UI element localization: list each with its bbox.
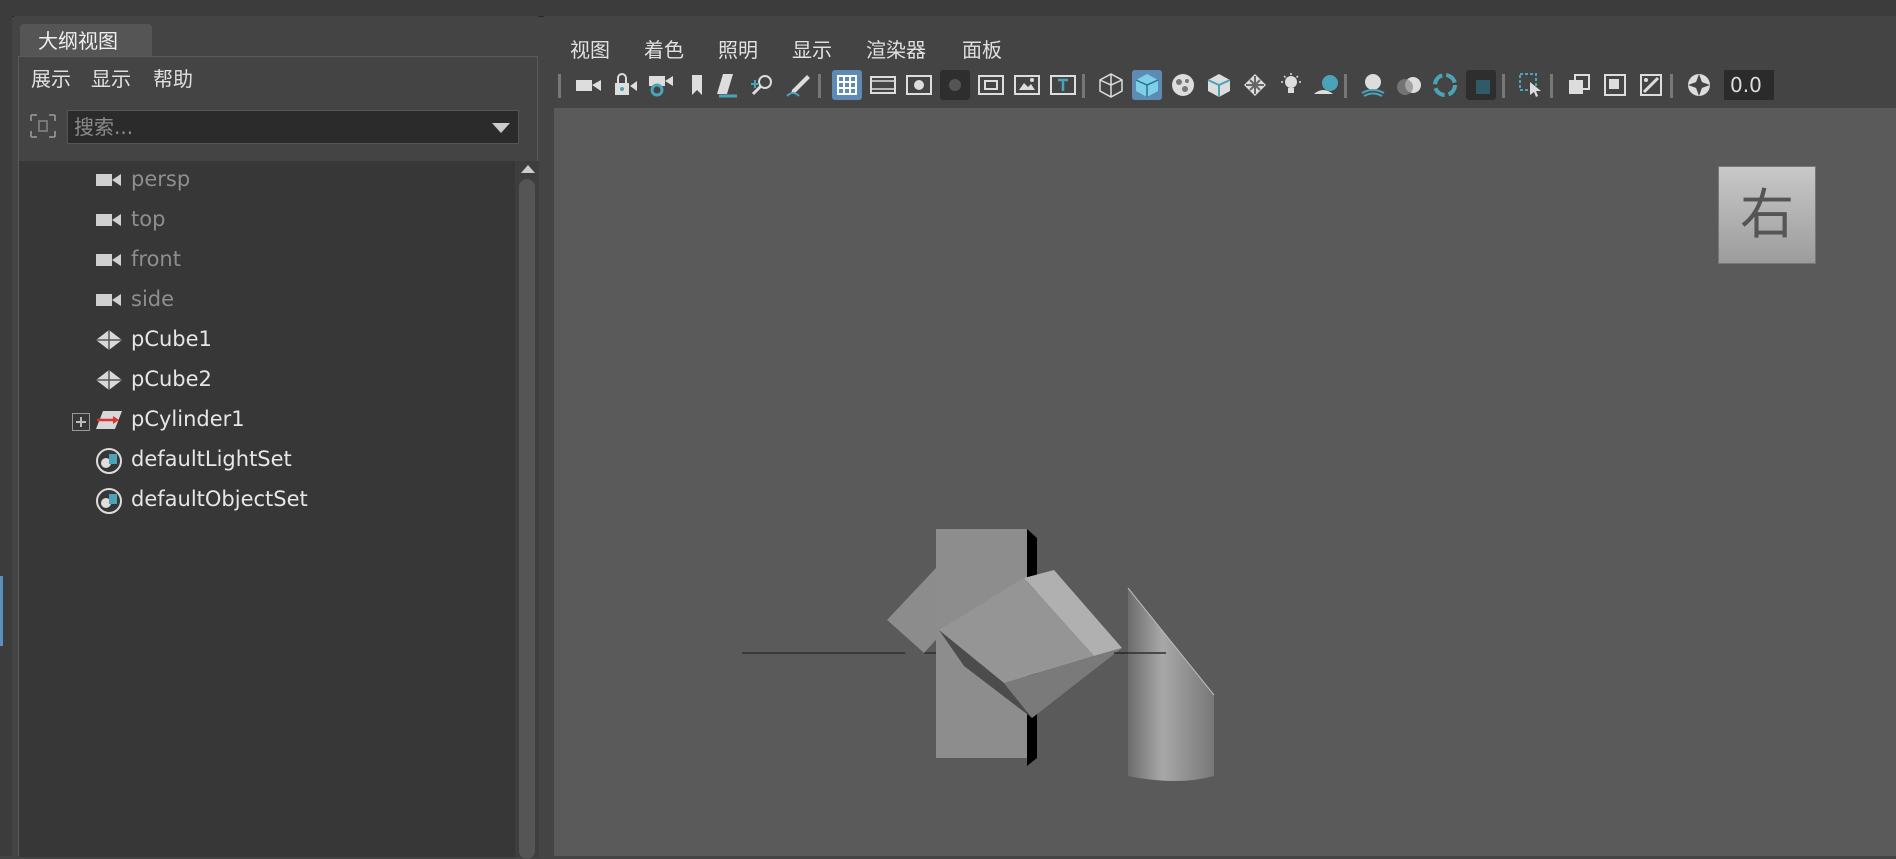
- toolbar-separator: [1082, 74, 1085, 98]
- exposure-value-field[interactable]: 0.0: [1724, 70, 1774, 100]
- xray-icon[interactable]: [1564, 70, 1594, 100]
- camera-icon: [96, 294, 121, 306]
- toolbar-separator: [1670, 74, 1673, 98]
- outliner-menubar: 展示 显示 帮助: [19, 57, 537, 97]
- window-top-strip: [0, 0, 1896, 17]
- list-item-pcylinder1[interactable]: pCylinder1: [19, 401, 509, 441]
- list-item-label: pCylinder1: [131, 407, 245, 431]
- select-camera-icon[interactable]: [574, 70, 604, 100]
- bookmark-icon[interactable]: [682, 70, 712, 100]
- use-default-material-icon[interactable]: [1168, 70, 1198, 100]
- film-gate-icon[interactable]: [868, 70, 898, 100]
- expand-toggle-icon[interactable]: [72, 413, 90, 431]
- transform-icon: [96, 411, 122, 429]
- outliner-frame: 展示 显示 帮助 搜索... persp top front side pCub…: [18, 56, 539, 859]
- list-item-label: front: [131, 247, 181, 271]
- left-dock-edge: [0, 16, 12, 856]
- menu-panels[interactable]: 面板: [962, 34, 1002, 63]
- search-options-arrow-icon[interactable]: [492, 123, 510, 133]
- outliner-panel: 大纲视图 展示 显示 帮助 搜索... persp top front side…: [14, 16, 539, 859]
- field-chart-icon[interactable]: [976, 70, 1006, 100]
- list-item-pcube2[interactable]: pCube2: [19, 361, 509, 401]
- 2d-pan-zoom-icon[interactable]: [748, 70, 778, 100]
- scroll-thumb[interactable]: [519, 179, 535, 859]
- list-item-defaultobjectset[interactable]: defaultObjectSet: [19, 481, 509, 521]
- filter-icon[interactable]: [27, 109, 59, 143]
- 3d-viewport-canvas[interactable]: 右: [554, 108, 1896, 856]
- list-item-pcube1[interactable]: pCube1: [19, 321, 509, 361]
- isolate-select-icon[interactable]: [1516, 70, 1546, 100]
- viewport-panel: 视图 着色 照明 显示 渲染器 面板 0.0 右: [544, 16, 1896, 856]
- menu-show[interactable]: 展示: [31, 63, 71, 92]
- toolbar-separator: [818, 74, 821, 98]
- mesh-icon: [96, 370, 122, 390]
- menu-lighting[interactable]: 照明: [718, 34, 758, 63]
- grease-pencil-icon[interactable]: [784, 70, 814, 100]
- menu-view[interactable]: 视图: [570, 34, 610, 63]
- outliner-scrollbar[interactable]: [515, 161, 539, 859]
- camera-icon: [96, 174, 121, 186]
- menu-help[interactable]: 帮助: [153, 63, 193, 92]
- list-item-label: defaultLightSet: [131, 447, 292, 471]
- screen-space-ao-icon[interactable]: [1358, 70, 1388, 100]
- depth-of-field-icon[interactable]: [1466, 70, 1496, 100]
- smooth-shade-icon[interactable]: [1132, 70, 1162, 100]
- list-item-defaultlightset[interactable]: defaultLightSet: [19, 441, 509, 481]
- outliner-tab[interactable]: 大纲视图: [20, 24, 152, 58]
- list-item-front[interactable]: front: [19, 241, 509, 281]
- textured-icon[interactable]: [1240, 70, 1270, 100]
- motion-blur-icon[interactable]: [1394, 70, 1424, 100]
- outliner-list: persp top front side pCube1 pCube2 pCyli…: [19, 161, 515, 857]
- toolbar-separator: [1550, 74, 1553, 98]
- camera-icon: [96, 254, 121, 266]
- image-plane-icon[interactable]: [712, 70, 742, 100]
- list-item-label: pCube1: [131, 327, 212, 351]
- search-input[interactable]: 搜索...: [67, 110, 519, 144]
- list-item-side[interactable]: side: [19, 281, 509, 321]
- dock-active-marker: [0, 576, 3, 646]
- pcylinder1-mesh: [1127, 587, 1215, 781]
- gate-mask-icon[interactable]: [940, 70, 970, 100]
- resolution-gate-icon[interactable]: [904, 70, 934, 100]
- camera-icon: [96, 214, 121, 226]
- shadows-icon[interactable]: [1312, 70, 1342, 100]
- list-item-label: pCube2: [131, 367, 212, 391]
- xray-active-icon[interactable]: [1636, 70, 1666, 100]
- wireframe-on-shaded-icon[interactable]: [1204, 70, 1234, 100]
- set-icon: [96, 448, 122, 474]
- wireframe-icon[interactable]: [1096, 70, 1126, 100]
- xray-joints-icon[interactable]: [1600, 70, 1630, 100]
- grid-icon[interactable]: [832, 70, 862, 100]
- list-item-label: top: [131, 207, 166, 231]
- toolbar-separator: [558, 74, 561, 98]
- menu-renderer[interactable]: 渲染器: [866, 34, 926, 63]
- scene-render: [742, 529, 1215, 781]
- search-placeholder: 搜索...: [74, 115, 134, 139]
- viewport-toolbar: 0.0: [552, 68, 1896, 104]
- toolbar-separator: [1502, 74, 1505, 98]
- menu-show[interactable]: 显示: [792, 34, 832, 63]
- search-row: 搜索...: [19, 109, 537, 149]
- menu-display[interactable]: 显示: [91, 63, 131, 92]
- list-item-label: defaultObjectSet: [131, 487, 308, 511]
- multisample-aa-icon[interactable]: [1430, 70, 1460, 100]
- use-all-lights-icon[interactable]: [1276, 70, 1306, 100]
- exposure-icon[interactable]: [1684, 70, 1714, 100]
- set-icon: [96, 488, 122, 514]
- toolbar-separator: [1344, 74, 1347, 98]
- lock-camera-icon[interactable]: [610, 70, 640, 100]
- safe-action-icon[interactable]: [1012, 70, 1042, 100]
- list-item-top[interactable]: top: [19, 201, 509, 241]
- safe-title-icon[interactable]: [1048, 70, 1078, 100]
- scroll-up-icon[interactable]: [521, 165, 535, 173]
- menu-shading[interactable]: 着色: [644, 34, 684, 63]
- camera-attributes-icon[interactable]: [646, 70, 676, 100]
- list-item-persp[interactable]: persp: [19, 161, 509, 201]
- mesh-icon: [96, 330, 122, 350]
- list-item-label: persp: [131, 167, 191, 191]
- list-item-label: side: [131, 287, 175, 311]
